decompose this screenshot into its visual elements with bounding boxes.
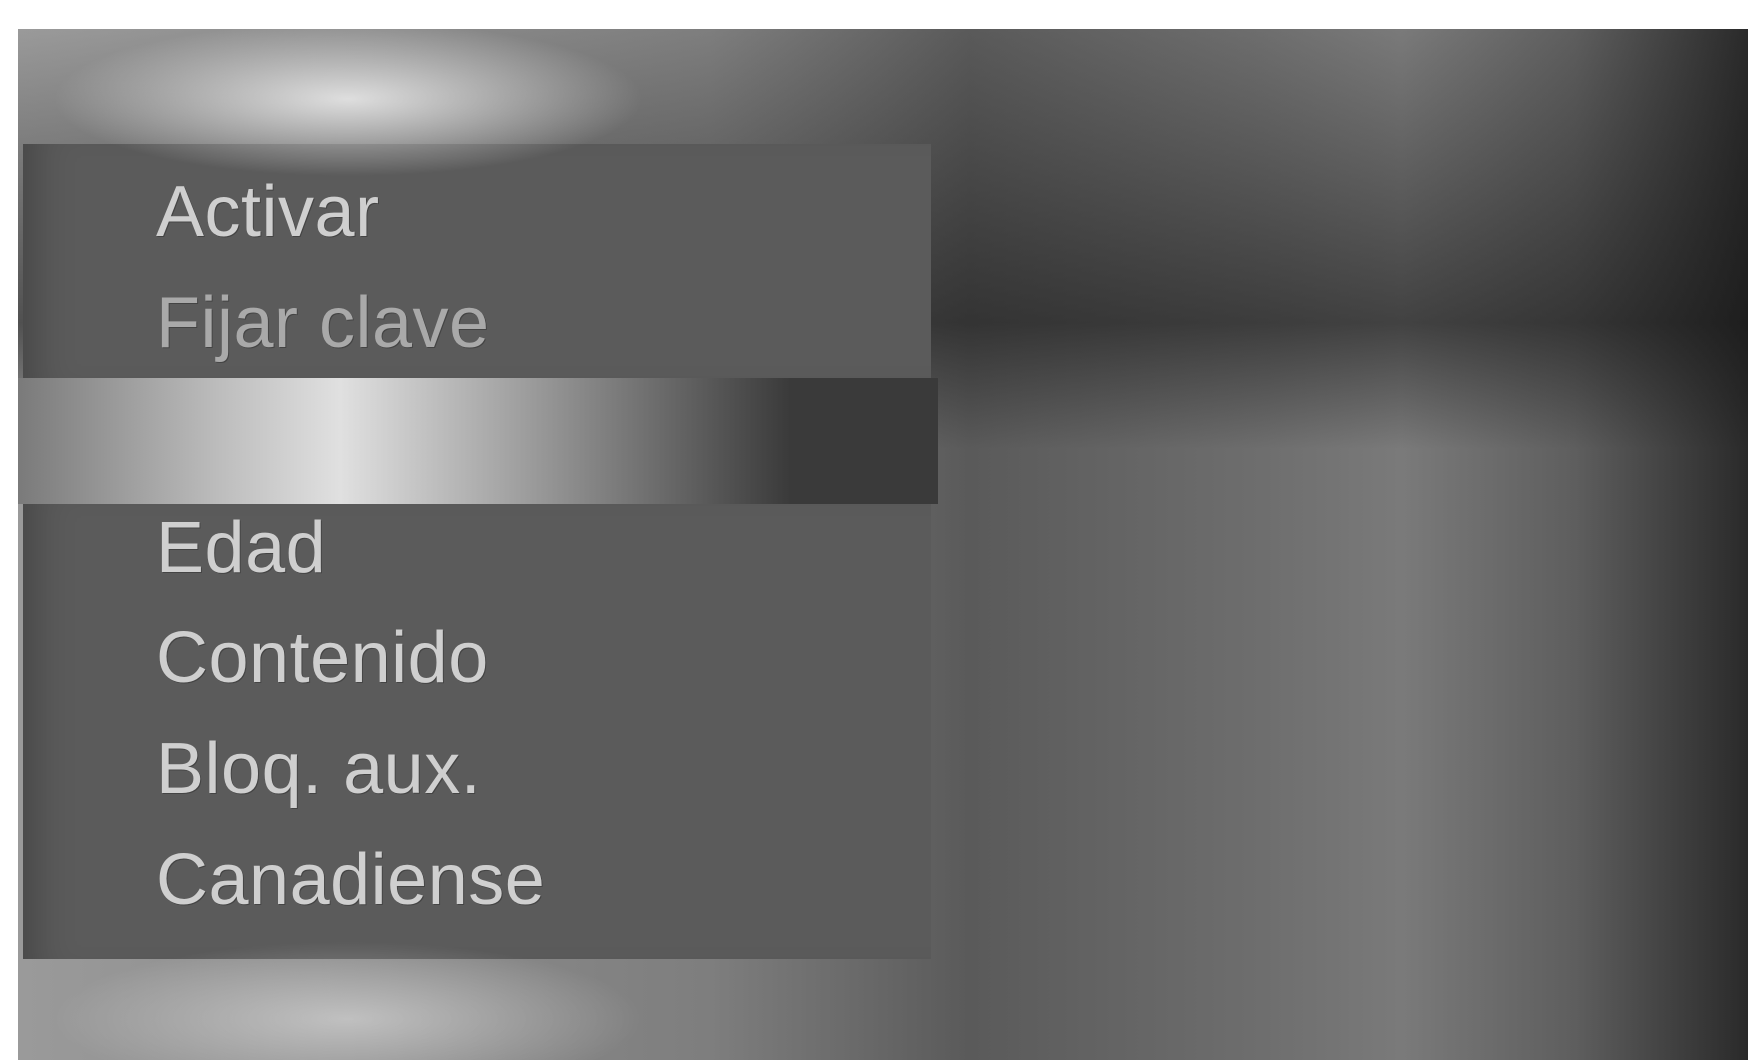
selection-highlight-band	[18, 378, 938, 504]
menu-item-edad[interactable]: Edad	[156, 512, 326, 584]
menu-item-contenido[interactable]: Contenido	[156, 622, 489, 694]
osd-screen: Activar Fijar clave Edad Contenido Bloq.…	[18, 29, 1748, 1060]
menu-item-canadiense[interactable]: Canadiense	[156, 844, 545, 916]
menu-panel-bottom: Edad Contenido Bloq. aux. Canadiense	[23, 504, 931, 959]
menu-panel-top: Activar Fijar clave	[23, 144, 931, 378]
menu-item-activar[interactable]: Activar	[156, 176, 380, 248]
menu-item-bloq-aux[interactable]: Bloq. aux.	[156, 733, 481, 805]
menu-item-fijar-clave[interactable]: Fijar clave	[156, 287, 490, 359]
